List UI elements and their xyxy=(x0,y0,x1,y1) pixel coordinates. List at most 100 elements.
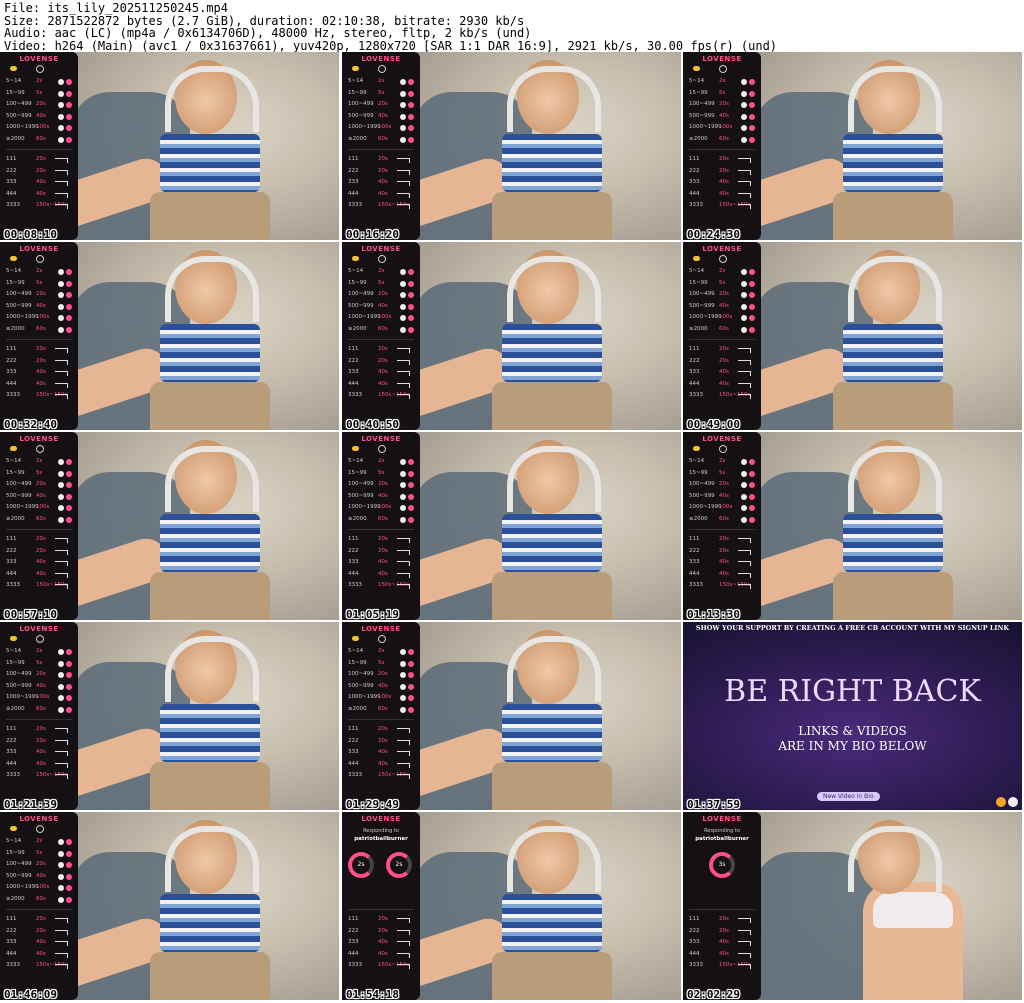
level-dot-icon xyxy=(741,90,747,97)
coin-icon xyxy=(10,66,17,71)
tip-duration: 5s xyxy=(719,279,726,286)
responding-label: Responding to xyxy=(363,828,399,834)
wave-pattern-icon xyxy=(738,348,751,353)
video-thumbnail[interactable]: LOVENSE 5~14 2s 15~99 5s 100~499 20s 500~999 40s… xyxy=(0,812,339,1000)
coin-icon xyxy=(693,256,700,261)
pattern-duration: 20s xyxy=(378,156,388,162)
wave-pattern-icon xyxy=(397,728,410,733)
wave-pattern-icon xyxy=(738,169,751,175)
coin-icon xyxy=(693,66,700,71)
video-thumbnail[interactable]: LOVENSE Responding to patriotballburner 3s 1… xyxy=(683,812,1022,1000)
pattern-code: 222 xyxy=(6,357,17,364)
video-thumbnail[interactable]: LOVENSE 5~14 2s 15~99 5s 100~499 20s 500~999 40s… xyxy=(342,242,681,430)
pattern-duration: 40s xyxy=(719,939,729,946)
toy-dot-icon xyxy=(66,850,72,857)
wave-pattern-icon xyxy=(738,181,751,187)
tip-duration: 60s xyxy=(378,705,388,712)
tip-duration: 5s xyxy=(719,89,726,96)
tip-level-row: 5~14 2s xyxy=(689,458,755,470)
lovense-panel: LOVENSE 5~14 2s 15~99 5s 100~499 20s 500~999 40s… xyxy=(0,622,78,810)
tip-duration: 2s xyxy=(378,78,385,84)
tip-level-row: 15~99 5s xyxy=(689,90,755,102)
video-thumbnail[interactable]: LOVENSE 5~14 2s 15~99 5s 100~499 20s 500~999 40s… xyxy=(683,432,1022,620)
toy-dot-icon xyxy=(749,125,755,132)
tip-levels: 5~14 2s 15~99 5s 100~499 20s 500~999 40s 1000~19… xyxy=(689,268,755,338)
video-thumbnail[interactable]: LOVENSE 5~14 2s 15~99 5s 100~499 20s 500~999 40s… xyxy=(342,52,681,240)
pattern-duration: 20s xyxy=(36,156,46,162)
tip-range: 100~499 xyxy=(6,481,32,488)
video-thumbnail[interactable]: LOVENSE 5~14 2s 15~99 5s 100~499 20s 500~999 40s… xyxy=(0,432,339,620)
video-thumbnail[interactable]: LOVENSE 5~14 2s 15~99 5s 100~499 20s 500~999 40s… xyxy=(0,52,339,240)
wave-pattern-icon xyxy=(55,762,68,768)
pattern-list: 111 20s 222 20s 333 40s 444 40s 3333 150s~150s xyxy=(348,916,414,974)
tip-range: 100~499 xyxy=(348,671,374,678)
video-thumbnail[interactable]: SHOW YOUR SUPPORT BY CREATING A FREE CB … xyxy=(683,622,1022,810)
pattern-row: 444 40s xyxy=(348,951,414,963)
tip-range: ≥2000 xyxy=(6,705,25,712)
pattern-list: 111 20s 222 20s 333 40s 444 40s 3333 150s~150s xyxy=(689,916,755,974)
pattern-row: 222 20s xyxy=(689,548,755,560)
pattern-row: 333 40s xyxy=(348,749,414,761)
pattern-list: 111 20s 222 20s 333 40s 444 40s 3333 150s~150s xyxy=(689,156,755,214)
pattern-row: 222 20s xyxy=(6,168,72,180)
pattern-code: 3333 xyxy=(6,772,20,779)
tip-duration: 5s xyxy=(378,279,385,286)
tip-level-row: 500~999 40s xyxy=(348,683,414,695)
responding-user: patriotballburner xyxy=(695,836,749,842)
tip-level-row: ≥2000 60s xyxy=(689,516,755,528)
wave-pattern-icon xyxy=(738,204,751,210)
video-thumbnail[interactable]: LOVENSE 5~14 2s 15~99 5s 100~499 20s 500~999 40s… xyxy=(683,52,1022,240)
shorts-shape xyxy=(150,952,270,1000)
toy-dot-icon xyxy=(408,102,414,109)
audio-info-line: Audio: aac (LC) (mp4a / 0x6134706D), 480… xyxy=(4,26,532,41)
lovense-panel: LOVENSE 5~14 2s 15~99 5s 100~499 20s 500~999 40s… xyxy=(0,242,78,430)
tip-range: 100~499 xyxy=(348,481,374,488)
responding-to: Responding to patriotballburner xyxy=(342,828,420,842)
level-dot-icon xyxy=(400,672,406,679)
tip-level-row: ≥2000 60s xyxy=(348,706,414,718)
tip-duration: 5s xyxy=(378,659,385,666)
toy-dot-icon xyxy=(749,79,755,85)
pattern-duration: 20s xyxy=(36,927,46,934)
lovense-logo: LOVENSE xyxy=(361,815,401,823)
wave-pattern-icon xyxy=(55,918,68,923)
pattern-row: 222 20s xyxy=(348,168,414,180)
toy-dot-icon xyxy=(749,269,755,275)
tip-range: 5~14 xyxy=(689,268,705,274)
video-thumbnail[interactable]: LOVENSE Responding to patriotballburner 2s 2… xyxy=(342,812,681,1000)
pattern-row: 333 40s xyxy=(6,939,72,951)
level-dot-icon xyxy=(400,706,406,713)
pattern-duration: 40s xyxy=(36,380,46,387)
wave-pattern-icon xyxy=(397,394,410,400)
pattern-code: 444 xyxy=(348,760,359,767)
wave-pattern-icon xyxy=(397,952,410,958)
thumbnail-timestamp: 02:02:29 xyxy=(687,988,740,1000)
pattern-row: 3333 150s~150s xyxy=(689,962,755,974)
pattern-duration: 40s xyxy=(378,760,388,767)
tip-duration: 20s xyxy=(719,481,729,488)
level-dot-icon xyxy=(58,660,64,667)
tip-duration: 60s xyxy=(36,325,46,332)
toy-dot-icon xyxy=(408,493,414,500)
video-thumbnail[interactable]: LOVENSE 5~14 2s 15~99 5s 100~499 20s 500~999 40s… xyxy=(683,242,1022,430)
thumbnail-timestamp: 00:40:50 xyxy=(346,418,399,430)
level-dot-icon xyxy=(58,862,64,869)
video-thumbnail[interactable]: LOVENSE 5~14 2s 15~99 5s 100~499 20s 500~999 40s… xyxy=(0,242,339,430)
video-thumbnail[interactable]: LOVENSE 5~14 2s 15~99 5s 100~499 20s 500~999 40s… xyxy=(342,622,681,810)
tip-range: 5~14 xyxy=(348,78,364,84)
wave-pattern-icon xyxy=(55,549,68,555)
wave-pattern-icon xyxy=(55,181,68,187)
tip-range: 5~14 xyxy=(6,838,22,844)
tip-duration: 100s xyxy=(36,314,50,321)
wave-pattern-icon xyxy=(397,561,410,567)
tip-levels: 5~14 2s 15~99 5s 100~499 20s 500~999 40s 1000~19… xyxy=(348,458,414,528)
wave-pattern-icon xyxy=(397,359,410,365)
video-thumbnail[interactable]: LOVENSE 5~14 2s 15~99 5s 100~499 20s 500~999 40s… xyxy=(342,432,681,620)
tip-range: 500~999 xyxy=(689,302,715,309)
pattern-code: 3333 xyxy=(6,582,20,589)
wave-pattern-icon xyxy=(397,964,410,970)
video-thumbnail[interactable]: LOVENSE 5~14 2s 15~99 5s 100~499 20s 500~999 40s… xyxy=(0,622,339,810)
pattern-duration: 40s xyxy=(36,570,46,577)
tip-duration: 40s xyxy=(719,112,729,119)
tip-duration: 2s xyxy=(378,268,385,274)
